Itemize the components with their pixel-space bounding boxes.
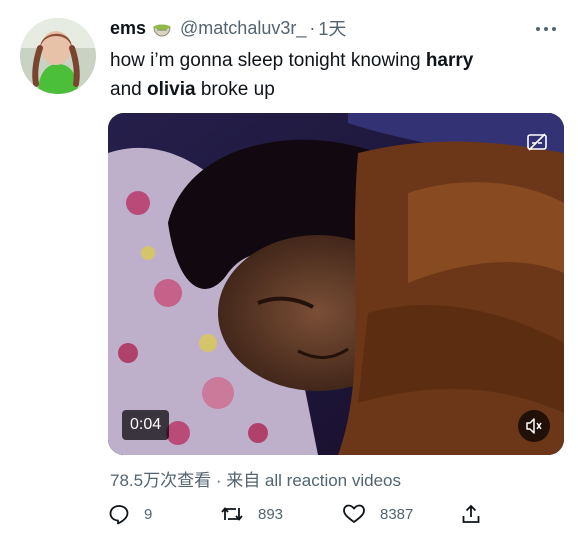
display-name[interactable]: ems: [110, 18, 146, 39]
reply-count: 9: [144, 505, 153, 523]
tweet-text-part-2: and: [110, 79, 147, 100]
user-handle[interactable]: @matchaluv3r_: [180, 18, 306, 39]
tweet-header: ems @matchaluv3r_ · 1天: [110, 16, 346, 40]
tweet-text-part-3: broke up: [195, 79, 275, 100]
reply-button[interactable]: 9: [108, 500, 152, 528]
tweet-text-bold-2: olivia: [146, 79, 196, 100]
video-duration: 0:04: [122, 410, 170, 440]
video-frame: [108, 113, 564, 455]
like-count: 8387: [380, 505, 414, 523]
retweet-icon: [221, 507, 243, 521]
share-button[interactable]: [460, 500, 496, 528]
post-time[interactable]: 1天: [318, 15, 346, 41]
like-button[interactable]: 8387: [342, 500, 413, 528]
share-icon: [462, 504, 480, 523]
action-bar: 9 893 8387: [108, 500, 488, 528]
video-player[interactable]: 0:04: [108, 113, 564, 455]
tweet-text: how i’m gonna sleep tonight knowing harr…: [110, 46, 560, 104]
meta-separator: ·: [211, 471, 227, 490]
more-icon[interactable]: [533, 22, 559, 36]
matcha-tea-icon: [152, 18, 172, 38]
captions-off-icon[interactable]: [524, 129, 550, 155]
tweet-text-bold-1: harry: [425, 50, 474, 71]
video-source-link[interactable]: 来自 all reaction videos: [226, 471, 401, 490]
retweet-count: 893: [258, 505, 284, 523]
reply-icon: [109, 505, 129, 525]
tweet-meta: 78.5万次查看 · 来自 all reaction videos: [110, 466, 401, 491]
view-count: 78.5万次查看: [110, 471, 212, 490]
separator-dot: ·: [309, 17, 316, 38]
avatar[interactable]: [20, 18, 96, 94]
retweet-button[interactable]: 893: [220, 500, 283, 528]
heart-icon: [343, 504, 365, 523]
tweet-text-part-1: how i’m gonna sleep tonight knowing: [110, 50, 426, 71]
speaker-muted-icon[interactable]: [518, 410, 550, 442]
